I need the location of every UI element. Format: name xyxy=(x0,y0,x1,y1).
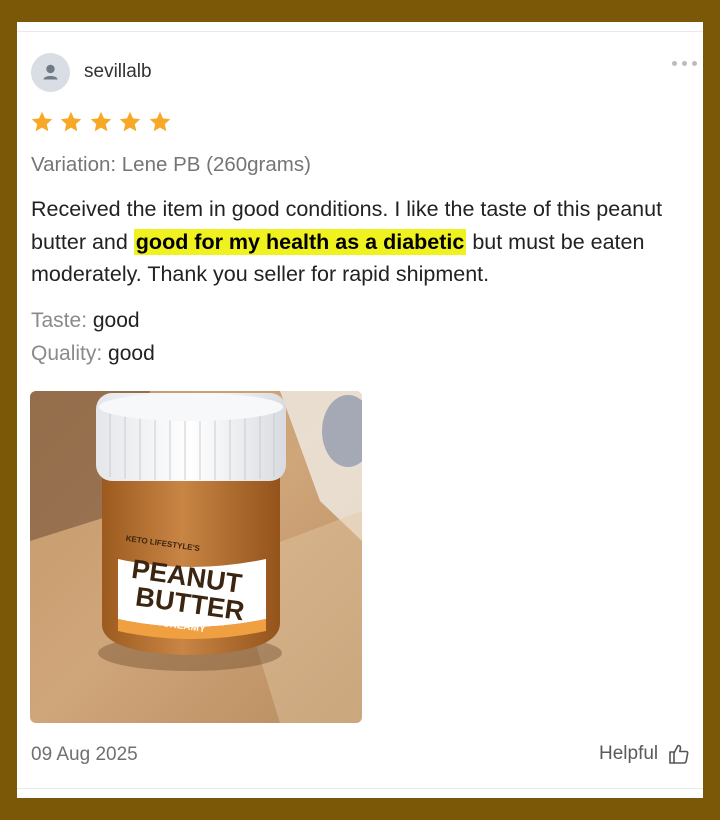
review-date: 09 Aug 2025 xyxy=(31,744,138,765)
divider-top xyxy=(17,31,703,32)
more-horizontal-icon xyxy=(672,61,677,66)
review-text: Received the item in good conditions. I … xyxy=(31,193,681,291)
review-photo[interactable]: KETO LIFESTYLE'S PEANUT BUTTER CREAMY xyxy=(30,391,362,723)
peanut-butter-jar-photo: KETO LIFESTYLE'S PEANUT BUTTER CREAMY xyxy=(30,391,362,723)
attribute-label: Quality: xyxy=(31,342,103,365)
star-icon xyxy=(31,111,53,132)
helpful-label: Helpful xyxy=(599,743,659,764)
more-options-button[interactable] xyxy=(670,56,700,70)
attribute-taste: Taste: good xyxy=(31,309,140,333)
star-rating xyxy=(30,110,173,136)
variation-label: Variation: Lene PB (260grams) xyxy=(31,153,311,176)
username[interactable]: sevillalb xyxy=(84,61,152,83)
attribute-value: good xyxy=(108,342,155,365)
more-dot xyxy=(682,61,687,66)
thumbs-up-icon xyxy=(669,744,689,764)
more-dot xyxy=(692,61,697,66)
attribute-value: good xyxy=(92,309,140,332)
star-icon xyxy=(61,111,82,132)
highlighted-text: good for my health as a diabetic xyxy=(133,228,467,255)
star-icon xyxy=(90,111,112,132)
person-icon xyxy=(43,64,58,80)
avatar[interactable] xyxy=(31,53,70,92)
divider-bottom xyxy=(17,788,703,789)
star-icon xyxy=(149,111,171,132)
attribute-quality: Quality: good xyxy=(31,342,155,366)
helpful-button[interactable]: Helpful xyxy=(599,743,690,765)
review-card: sevillalb Variation: Lene PB (260grams) … xyxy=(17,22,703,798)
attribute-label: Taste: xyxy=(31,309,88,332)
star-icon xyxy=(120,111,141,132)
